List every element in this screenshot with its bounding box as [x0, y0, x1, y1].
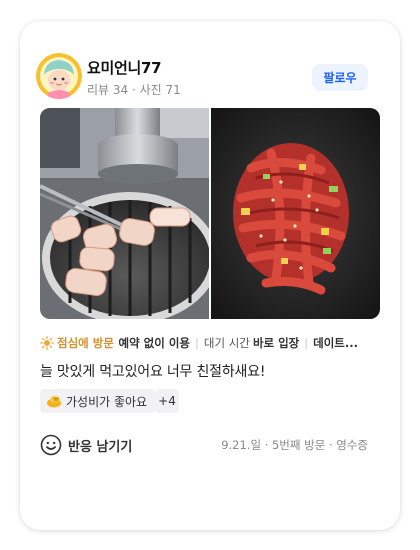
reaction-button[interactable]: 반응 남기기: [40, 433, 132, 457]
photo-marinated-meat[interactable]: [211, 108, 380, 319]
visit-tags: 점심에 방문 예약 없이 이용 | 대기 시간 바로 입장 | 데이트...: [40, 334, 358, 352]
reaction-label: 반응 남기기: [68, 439, 133, 455]
tag-wait-label: 대기 시간: [203, 336, 250, 350]
tag-separator: |: [195, 336, 199, 350]
keyword-label: 가성비가 좋아요: [66, 394, 148, 409]
avatar[interactable]: [36, 53, 82, 99]
photo-grill[interactable]: [40, 108, 209, 319]
follow-button[interactable]: 팔로우: [312, 64, 368, 91]
tag-visit-time: 점심에 방문: [57, 336, 114, 350]
visit-info: 9.21.일 · 5번째 방문 · 영수증: [221, 438, 368, 452]
sun-icon: [40, 336, 54, 350]
review-text[interactable]: 늘 맛있게 먹고있어요 너무 친절하새요!: [40, 361, 265, 381]
tag-wait-value: 바로 입장: [252, 336, 300, 350]
user-name[interactable]: 요미언니77: [87, 57, 162, 78]
smile-icon: [40, 434, 62, 456]
user-stats: 리뷰 34 · 사진 71: [87, 83, 181, 97]
svg-text:₩: ₩: [53, 398, 59, 404]
profile-character-icon: [36, 53, 82, 99]
money-icon: ₩: [47, 396, 61, 408]
more-keywords-chip[interactable]: +4: [155, 389, 179, 413]
tag-reservation: 예약 없이 이용: [118, 336, 191, 350]
tag-purpose: 데이트...: [313, 336, 358, 350]
tag-separator: |: [304, 336, 309, 350]
review-card: 요미언니77 리뷰 34 · 사진 71 팔로우 점심에 방문 예약 없이 이용…: [20, 21, 400, 530]
keyword-chip[interactable]: ₩ 가성비가 좋아요: [40, 389, 156, 413]
